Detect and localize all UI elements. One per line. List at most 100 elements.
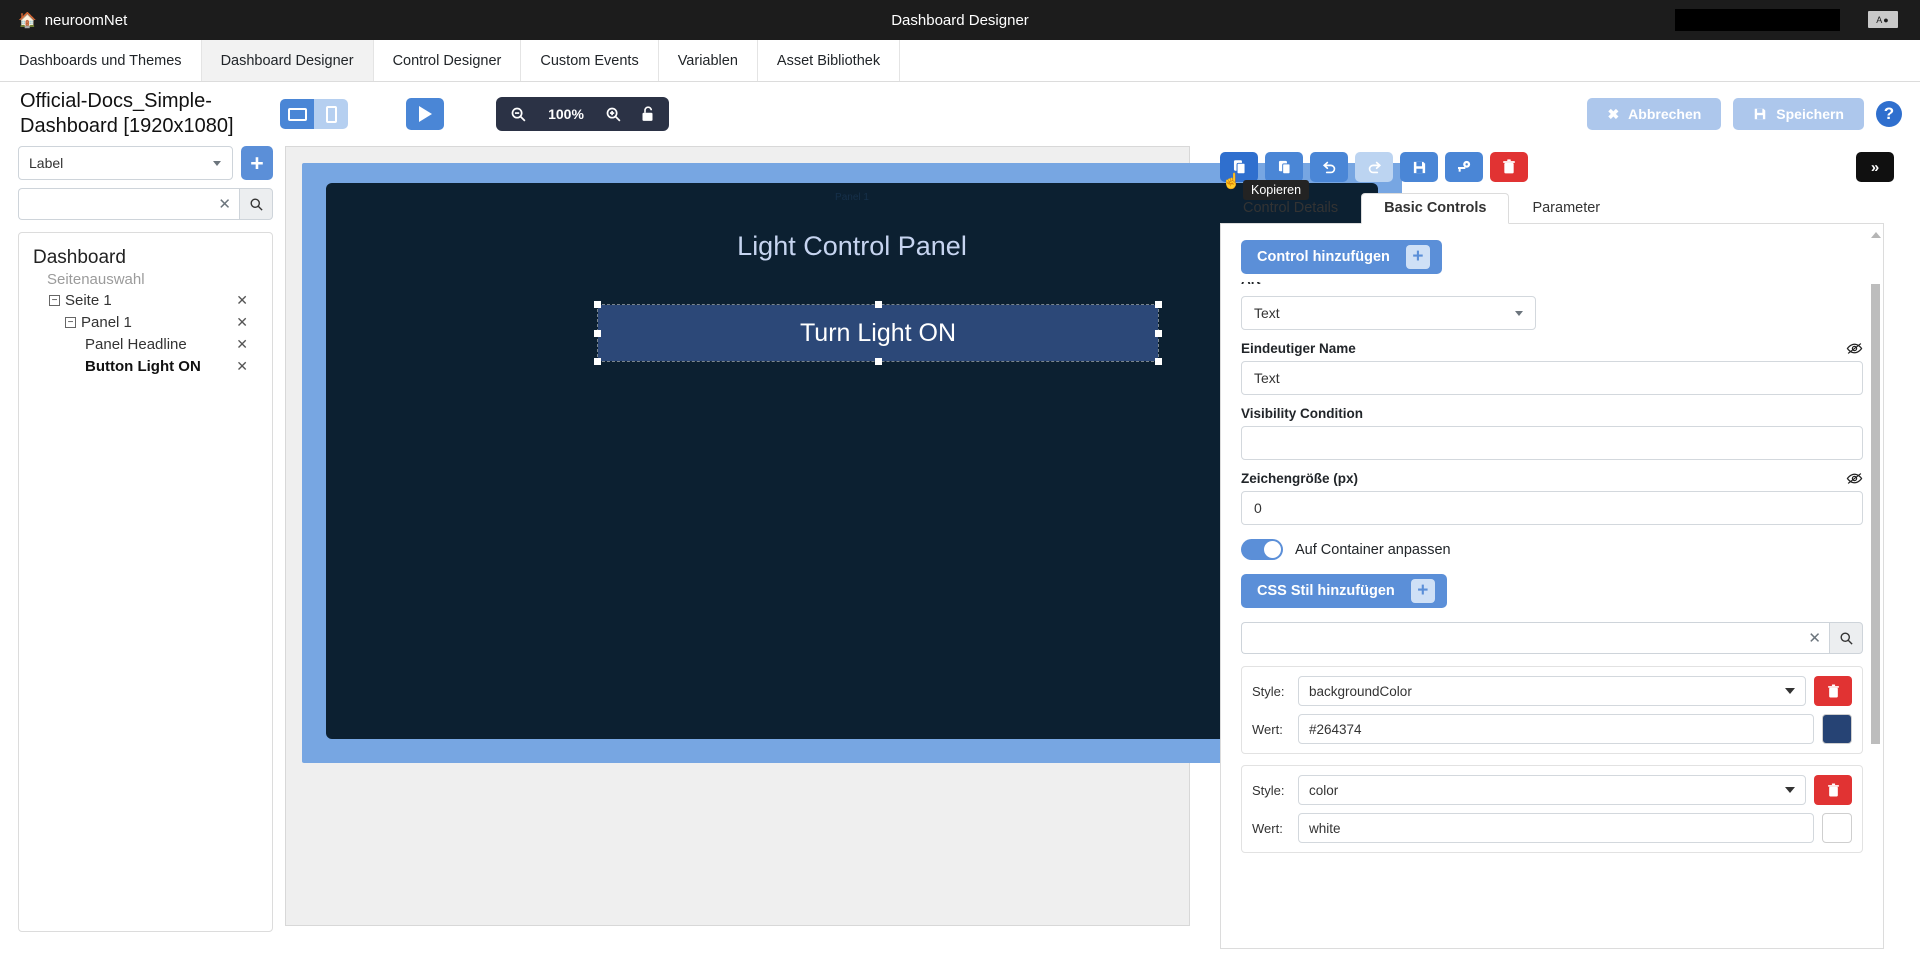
paste-button[interactable] bbox=[1265, 152, 1303, 182]
nav-tab-control-designer[interactable]: Control Designer bbox=[374, 40, 522, 81]
zoom-control: 100% bbox=[496, 97, 669, 131]
nav-tab-variablen[interactable]: Variablen bbox=[659, 40, 758, 81]
nav-tab-custom-events[interactable]: Custom Events bbox=[521, 40, 659, 81]
nav-tab-asset-bibliothek[interactable]: Asset Bibliothek bbox=[758, 40, 901, 81]
device-toggle[interactable] bbox=[280, 99, 348, 129]
desktop-icon[interactable] bbox=[280, 99, 314, 129]
eye-off-icon[interactable] bbox=[1846, 341, 1863, 356]
save-control-button[interactable] bbox=[1400, 152, 1438, 182]
nav-tab-dashboards-und-themes[interactable]: Dashboards und Themes bbox=[0, 40, 202, 81]
delete-style-button[interactable] bbox=[1814, 775, 1852, 805]
close-icon[interactable]: ✕ bbox=[236, 358, 262, 375]
resize-handle-ne[interactable] bbox=[1155, 301, 1162, 308]
save-button[interactable]: Speichern bbox=[1733, 98, 1864, 130]
resize-handle-n[interactable] bbox=[875, 301, 882, 308]
unlock-icon[interactable] bbox=[640, 105, 655, 123]
tree-search-button[interactable] bbox=[239, 188, 273, 220]
zoom-in-icon[interactable] bbox=[605, 106, 622, 123]
page-title: Dashboard Designer bbox=[891, 11, 1029, 29]
color-swatch[interactable] bbox=[1822, 813, 1852, 843]
style-value-input[interactable]: #264374 bbox=[1298, 714, 1814, 744]
tree-node-label: Seite 1 bbox=[65, 292, 112, 309]
tree-node-button-light-on[interactable]: Button Light ON ✕ bbox=[33, 357, 262, 376]
unique-name-label: Eindeutiger Name bbox=[1241, 341, 1356, 356]
canvas-column: Panel 1 Light Control Panel Turn Light O… bbox=[273, 146, 1402, 964]
eye-off-icon[interactable] bbox=[1846, 471, 1863, 486]
inspector-panel: » ☝ Kopieren Control Details Basic Contr… bbox=[1202, 146, 1902, 964]
color-swatch[interactable] bbox=[1822, 714, 1852, 744]
value-key-label: Wert: bbox=[1252, 721, 1283, 737]
undo-button[interactable] bbox=[1310, 152, 1348, 182]
inspector-toolbar: » ☝ Kopieren bbox=[1202, 146, 1902, 200]
plus-icon: + bbox=[1410, 579, 1435, 603]
style-key-label: Style: bbox=[1252, 683, 1285, 699]
collapse-icon[interactable]: − bbox=[49, 295, 60, 306]
close-icon[interactable]: ✕ bbox=[236, 292, 262, 309]
resize-handle-s[interactable] bbox=[875, 358, 882, 365]
delete-button[interactable] bbox=[1490, 152, 1528, 182]
resize-handle-se[interactable] bbox=[1155, 358, 1162, 365]
scroll-up-arrow[interactable] bbox=[1871, 232, 1881, 238]
tree-node-panel-1[interactable]: − Panel 1 ✕ bbox=[33, 313, 262, 332]
style-value-input[interactable]: white bbox=[1298, 813, 1814, 843]
nav-tab-dashboard-designer[interactable]: Dashboard Designer bbox=[201, 40, 374, 81]
fit-container-row: Auf Container anpassen bbox=[1241, 539, 1863, 560]
play-icon[interactable] bbox=[406, 98, 444, 130]
clear-icon[interactable]: ✕ bbox=[218, 195, 231, 213]
question-mark-icon[interactable]: ? bbox=[1876, 101, 1902, 127]
chevron-down-icon bbox=[1515, 310, 1523, 316]
tab-basic-controls[interactable]: Basic Controls bbox=[1361, 193, 1510, 224]
add-control-type-button[interactable]: + bbox=[241, 146, 273, 180]
tree-search-input[interactable]: ✕ bbox=[18, 188, 239, 220]
style-name-value: color bbox=[1309, 782, 1339, 798]
inspector-scrollbar[interactable] bbox=[1871, 284, 1880, 744]
zoom-out-icon[interactable] bbox=[510, 106, 527, 123]
close-icon[interactable]: ✕ bbox=[236, 336, 262, 353]
floppy-disk-icon bbox=[1753, 107, 1767, 121]
style-name-select[interactable]: color bbox=[1298, 775, 1806, 805]
brand[interactable]: 🏠 neuroomNet bbox=[0, 12, 127, 29]
fit-container-toggle[interactable] bbox=[1241, 539, 1283, 560]
style-key-label: Style: bbox=[1252, 782, 1285, 798]
clear-icon[interactable]: ✕ bbox=[1808, 629, 1821, 647]
canvas-viewport[interactable]: Panel 1 Light Control Panel Turn Light O… bbox=[285, 146, 1402, 926]
style-value: white bbox=[1309, 820, 1341, 836]
resize-handle-e[interactable] bbox=[1155, 330, 1162, 337]
add-css-style-button[interactable]: CSS Stil hinzufügen + bbox=[1241, 574, 1447, 608]
resize-handle-sw[interactable] bbox=[594, 358, 601, 365]
css-search-button[interactable] bbox=[1829, 622, 1863, 654]
add-control-button[interactable]: Control hinzufügen + bbox=[1241, 240, 1442, 274]
resize-handle-nw[interactable] bbox=[594, 301, 601, 308]
font-size-input[interactable]: 0 bbox=[1241, 491, 1863, 525]
cancel-button[interactable]: ✖ Abbrechen bbox=[1587, 98, 1722, 130]
document-title: Official-Docs_Simple-Dashboard [1920x108… bbox=[20, 90, 234, 137]
selected-control-wrapper[interactable]: Turn Light ON bbox=[594, 301, 1162, 365]
css-search-row: ✕ bbox=[1241, 622, 1863, 654]
tree-node-seite-1[interactable]: − Seite 1 ✕ bbox=[33, 291, 262, 310]
dashboard-tree: Dashboard Seitenauswahl − Seite 1 ✕ − Pa… bbox=[18, 232, 273, 932]
css-search-input[interactable]: ✕ bbox=[1241, 622, 1829, 654]
fit-container-label: Auf Container anpassen bbox=[1295, 541, 1451, 558]
art-select[interactable]: Text bbox=[1241, 296, 1536, 330]
top-bar: 🏠 neuroomNet Dashboard Designer A● bbox=[0, 0, 1920, 40]
add-control-label: Control hinzufügen bbox=[1257, 249, 1390, 265]
tab-parameter[interactable]: Parameter bbox=[1509, 193, 1623, 224]
resize-handle-w[interactable] bbox=[594, 330, 601, 337]
style-name-select[interactable]: backgroundColor bbox=[1298, 676, 1806, 706]
turn-light-on-button[interactable]: Turn Light ON bbox=[597, 304, 1159, 362]
language-icon[interactable]: A● bbox=[1868, 11, 1898, 28]
style-row-background-color: Style: backgroundColor Wert: #264374 bbox=[1241, 666, 1863, 754]
collapse-icon[interactable]: − bbox=[65, 317, 76, 328]
control-type-select[interactable]: Label bbox=[18, 146, 233, 180]
tree-node-panel-headline[interactable]: Panel Headline ✕ bbox=[33, 335, 262, 354]
delete-style-button[interactable] bbox=[1814, 676, 1852, 706]
save-label: Speichern bbox=[1776, 106, 1844, 122]
visibility-condition-input[interactable] bbox=[1241, 426, 1863, 460]
tree-node-label: Button Light ON bbox=[85, 358, 201, 375]
close-icon[interactable]: ✕ bbox=[236, 314, 262, 331]
mobile-icon[interactable] bbox=[314, 99, 348, 129]
home-icon: 🏠 bbox=[18, 11, 37, 29]
key-button[interactable] bbox=[1445, 152, 1483, 182]
collapse-panel-button[interactable]: » bbox=[1856, 152, 1894, 182]
unique-name-input[interactable]: Text bbox=[1241, 361, 1863, 395]
